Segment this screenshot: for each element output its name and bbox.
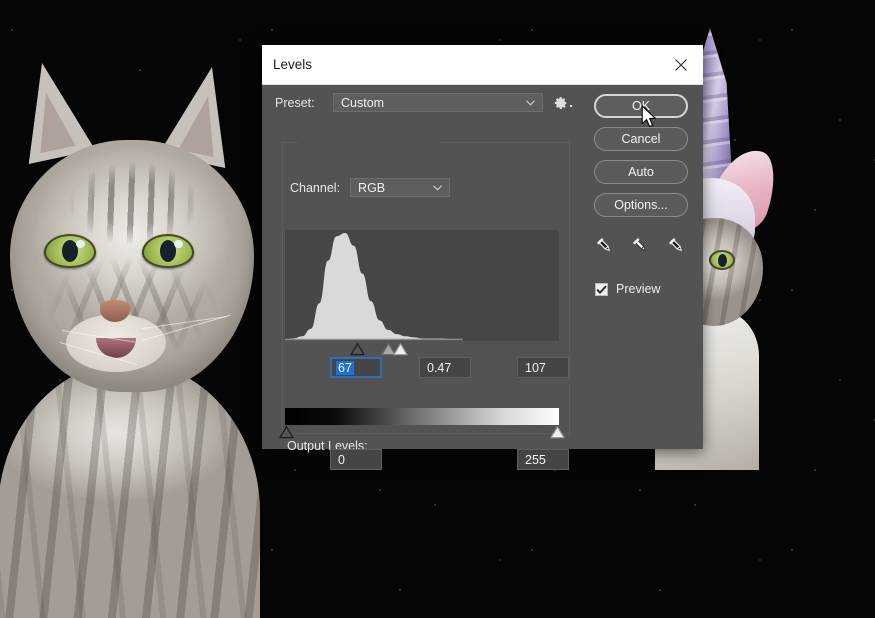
cat-eye-glint-left [76, 240, 86, 249]
options-button[interactable]: Options... [594, 193, 688, 217]
preview-label: Preview [616, 282, 661, 296]
output-levels-slider[interactable] [279, 424, 565, 440]
output-black-value: 0 [338, 452, 345, 467]
preview-checkbox[interactable] [595, 282, 608, 296]
gear-icon [554, 96, 567, 109]
checkmark-icon [596, 285, 607, 294]
cat-eye-glint-right [174, 240, 184, 249]
output-black-field[interactable]: 0 [330, 449, 382, 470]
channel-value: RGB [358, 180, 386, 195]
preset-row: Preset: Custom [275, 93, 572, 112]
preset-value: Custom [341, 95, 385, 110]
preset-dropdown[interactable]: Custom [333, 93, 543, 112]
cat-body [0, 362, 260, 618]
auto-button[interactable]: Auto [594, 160, 688, 184]
levels-dialog: Levels Preset: Custom Channel: RGB 67 0.… [262, 45, 703, 470]
input-black-handle[interactable] [349, 343, 365, 356]
auto-button-label: Auto [628, 165, 654, 179]
chevron-down-icon [433, 185, 442, 191]
input-white-field[interactable]: 107 [517, 357, 569, 378]
input-white-value: 107 [525, 360, 546, 375]
output-white-field[interactable]: 255 [517, 449, 569, 470]
cat-eye-right [142, 234, 194, 268]
input-gamma-field[interactable]: 0.47 [419, 357, 471, 378]
input-black-value: 67 [336, 360, 354, 375]
input-black-field[interactable]: 67 [330, 357, 382, 378]
preset-options-button[interactable] [554, 96, 572, 110]
chevron-down-icon [526, 100, 535, 106]
options-button-label: Options... [614, 198, 668, 212]
output-white-handle[interactable] [550, 426, 565, 439]
channel-row: Channel: RGB [290, 178, 451, 197]
cat-eye-left [44, 234, 96, 268]
input-levels-slider[interactable] [285, 341, 559, 358]
preset-label: Preset: [275, 95, 315, 110]
unicorn-cat-eye-right [709, 250, 735, 270]
input-gamma-value: 0.47 [427, 360, 452, 375]
output-levels-gradient-bar[interactable] [285, 408, 559, 425]
preview-checkbox-row[interactable]: Preview [595, 282, 660, 296]
cancel-button[interactable]: Cancel [594, 127, 688, 151]
cancel-button-label: Cancel [621, 132, 661, 146]
dialog-titlebar: Levels [262, 45, 703, 85]
gray-point-eyedropper-icon[interactable] [632, 237, 652, 257]
gear-caret [570, 104, 572, 107]
input-white-handle[interactable] [392, 343, 408, 356]
tabby-cat-photo [0, 55, 260, 618]
output-black-handle[interactable] [279, 426, 294, 439]
cat-body-stripes [0, 362, 260, 618]
black-point-eyedropper-icon[interactable] [596, 237, 616, 257]
ok-button[interactable]: OK [594, 94, 688, 118]
channel-dropdown[interactable]: RGB [350, 178, 451, 197]
output-white-value: 255 [525, 452, 546, 467]
channel-label: Channel: [290, 180, 341, 195]
close-button[interactable] [659, 46, 703, 84]
eyedropper-row [596, 237, 688, 257]
histogram-plot [285, 233, 559, 341]
close-icon [675, 58, 687, 71]
dialog-title: Levels [273, 57, 313, 72]
histogram-chart[interactable] [285, 230, 559, 341]
dialog-body: Preset: Custom Channel: RGB 67 0.47 107 … [262, 85, 703, 470]
ok-button-label: OK [631, 99, 651, 113]
unicorn-cat-pupil-right [718, 254, 727, 267]
white-point-eyedropper-icon[interactable] [668, 237, 688, 257]
